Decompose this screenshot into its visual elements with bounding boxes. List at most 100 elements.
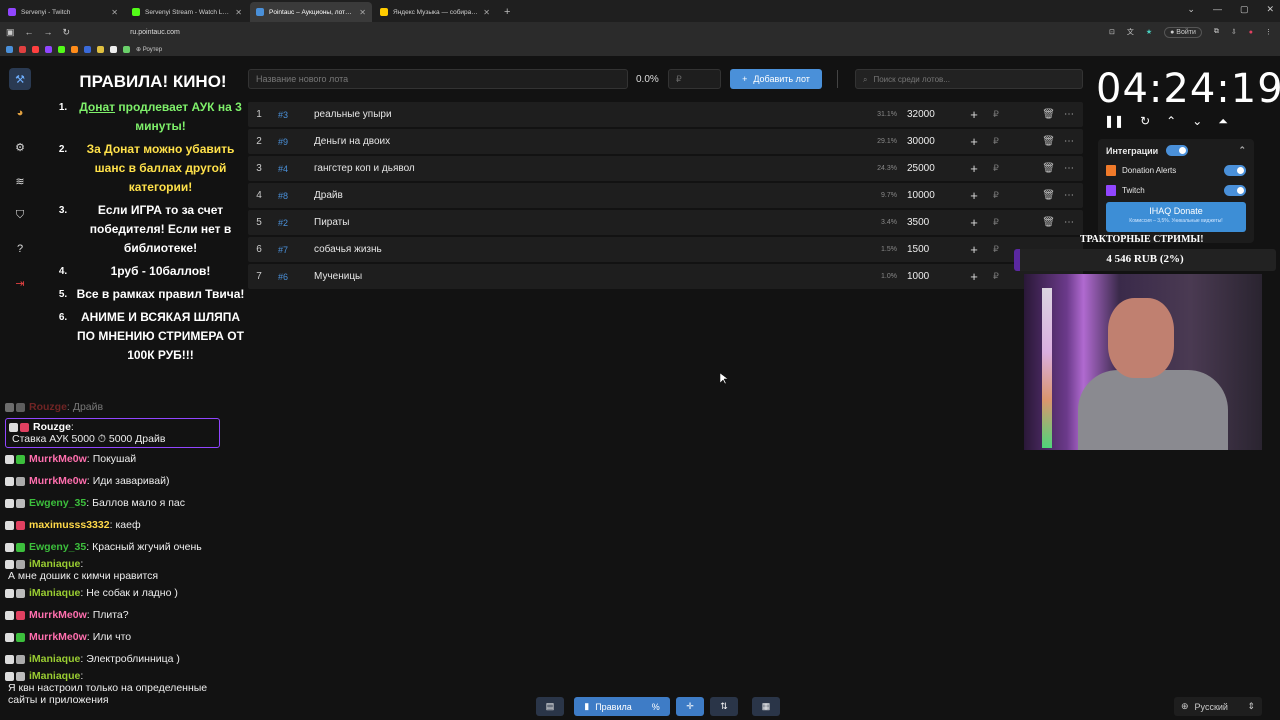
more-icon[interactable]: ⋯ xyxy=(1055,217,1083,228)
add-amount-icon[interactable]: + xyxy=(963,134,985,149)
bookmark-icon[interactable] xyxy=(123,45,130,53)
more-icon[interactable]: ⋯ xyxy=(1055,109,1083,120)
shield-icon[interactable]: ⛉ xyxy=(9,204,31,226)
add-lot-button[interactable]: + Добавить лот xyxy=(730,69,822,89)
chat-username[interactable]: Ewgeny_35 xyxy=(29,497,86,509)
ruble-icon[interactable]: ₽ xyxy=(985,217,1007,228)
delete-icon[interactable]: 🗑 xyxy=(1007,136,1055,147)
extensions-icon[interactable]: ⧉ xyxy=(1214,28,1219,36)
collapse-icon[interactable]: ⌃ xyxy=(1238,145,1246,156)
chat-username[interactable]: Ewgeny_35 xyxy=(29,541,86,553)
ruble-icon[interactable]: ₽ xyxy=(985,190,1007,201)
bookmark-icon[interactable] xyxy=(32,45,39,53)
rules-button[interactable]: ▮ Правила% xyxy=(574,697,670,716)
more-icon[interactable]: ⋯ xyxy=(1055,136,1083,147)
settings-icon[interactable]: ⚙ xyxy=(9,136,31,158)
add-amount-icon[interactable]: + xyxy=(963,215,985,230)
donation-alerts-toggle[interactable] xyxy=(1224,165,1246,176)
more-icon[interactable]: ⋯ xyxy=(1055,190,1083,201)
bookmark-icon[interactable] xyxy=(58,45,65,53)
maximize-button[interactable]: ▢ xyxy=(1240,4,1249,15)
reset-icon[interactable]: ↻ xyxy=(1140,114,1150,129)
profile-avatar[interactable]: ● xyxy=(1249,29,1253,36)
bookmark-icon[interactable] xyxy=(6,45,13,53)
chevron-down-icon[interactable]: ⌄ xyxy=(1192,114,1202,129)
sidebar-toggle-icon[interactable]: ▣ xyxy=(6,27,15,38)
layers-icon[interactable]: ≋ xyxy=(9,170,31,192)
lot-name[interactable]: собачья жизнь xyxy=(314,244,857,255)
chevron-up-icon[interactable]: ⌃ xyxy=(1166,114,1176,129)
ruble-icon[interactable]: ₽ xyxy=(985,163,1007,174)
chat-username[interactable]: MurrkMe0w xyxy=(29,631,87,643)
save-icon[interactable]: ▤ xyxy=(536,697,564,716)
chat-username[interactable]: MurrkMe0w xyxy=(29,453,87,465)
browser-tab[interactable]: Яндекс Музыка — собирае... ✕ xyxy=(374,2,496,22)
amount-input[interactable]: ₽ xyxy=(668,69,721,89)
browser-tab[interactable]: Servenyi - Twitch ✕ xyxy=(2,2,124,22)
integrations-toggle[interactable] xyxy=(1166,145,1189,156)
board-icon[interactable]: ▦ xyxy=(752,697,780,716)
browser-tab[interactable]: Servenyi Stream - Watch Live ... ✕ xyxy=(126,2,248,22)
bookmark-icon[interactable] xyxy=(84,45,91,53)
chat-username[interactable]: MurrkMe0w xyxy=(29,609,87,621)
new-lot-input[interactable]: Название нового лота xyxy=(248,69,628,89)
ruble-icon[interactable]: ₽ xyxy=(985,109,1007,120)
minimize-button[interactable]: — xyxy=(1213,4,1222,15)
ruble-icon[interactable]: ₽ xyxy=(985,271,1007,282)
bookmark-router[interactable]: ⊕ Роутер xyxy=(136,46,162,53)
twitch-toggle[interactable] xyxy=(1224,185,1246,196)
chat-username[interactable]: MurrkMe0w xyxy=(29,475,87,487)
install-icon[interactable]: ⊡ xyxy=(1109,28,1115,36)
delete-icon[interactable]: 🗑 xyxy=(1007,190,1055,201)
add-amount-icon[interactable]: + xyxy=(963,161,985,176)
close-tab-icon[interactable]: ✕ xyxy=(483,8,490,17)
lot-name[interactable]: Деньги на двоих xyxy=(314,136,857,147)
forward-button[interactable]: → xyxy=(44,27,53,38)
lot-name[interactable]: Пираты xyxy=(314,217,857,228)
delete-icon[interactable]: 🗑 xyxy=(1007,109,1055,120)
lot-name[interactable]: реальные упыри xyxy=(314,109,857,120)
add-amount-icon[interactable]: + xyxy=(963,269,985,284)
close-window-button[interactable]: ✕ xyxy=(1266,4,1274,15)
downloads-icon[interactable]: ⇩ xyxy=(1231,28,1237,36)
bookmark-star-icon[interactable]: ★ xyxy=(1146,28,1152,36)
bookmark-icon[interactable] xyxy=(110,45,117,53)
signin-button[interactable]: ● Войти xyxy=(1164,26,1202,38)
bookmark-icon[interactable] xyxy=(19,45,26,53)
sort-icon[interactable]: ⇅ xyxy=(710,697,738,716)
lot-search-input[interactable]: ⌕ Поиск среди лотов... xyxy=(855,69,1083,89)
chat-username[interactable]: iManiaque xyxy=(29,670,80,682)
lot-name[interactable]: гангстер коп и дьявол xyxy=(314,163,857,174)
wheel-icon[interactable]: ◕ xyxy=(9,102,31,124)
tab-search-icon[interactable]: ⌄ xyxy=(1187,4,1195,15)
chat-username[interactable]: Rouzge xyxy=(33,421,71,433)
chat-username[interactable]: iManiaque xyxy=(29,653,80,665)
lot-name[interactable]: Мученицы xyxy=(314,271,857,282)
ruble-icon[interactable]: ₽ xyxy=(985,136,1007,147)
new-tab-button[interactable]: + xyxy=(496,6,518,22)
chat-username[interactable]: Rouzge xyxy=(29,401,67,413)
shuffle-icon[interactable]: ✛ xyxy=(676,697,704,716)
ruble-icon[interactable]: ₽ xyxy=(985,244,1007,255)
ihaq-donate-button[interactable]: IHAQ Donate Комиссия – 3,5%. Уникальные … xyxy=(1106,202,1246,232)
lot-name[interactable]: Драйв xyxy=(314,190,857,201)
add-amount-icon[interactable]: + xyxy=(963,188,985,203)
url-field[interactable]: ru.pointauc.com xyxy=(130,29,180,36)
delete-icon[interactable]: 🗑 xyxy=(1007,163,1055,174)
menu-icon[interactable]: ⋮ xyxy=(1265,28,1272,36)
delete-icon[interactable]: 🗑 xyxy=(1007,217,1055,228)
close-tab-icon[interactable]: ✕ xyxy=(111,8,118,17)
add-amount-icon[interactable]: + xyxy=(963,107,985,122)
logout-icon[interactable]: ⇥ xyxy=(9,272,31,294)
auction-hammer-icon[interactable]: ⚒ xyxy=(9,68,31,90)
language-select[interactable]: ⊕ Русский ⇕ xyxy=(1174,697,1262,716)
pause-icon[interactable]: ❚❚ xyxy=(1104,114,1124,129)
add-amount-icon[interactable]: + xyxy=(963,242,985,257)
help-icon[interactable]: ? xyxy=(9,238,31,260)
more-icon[interactable]: ⋯ xyxy=(1055,163,1083,174)
close-tab-icon[interactable]: ✕ xyxy=(359,8,366,17)
browser-tab[interactable]: Pointauc – Аукционы, лотерея ... ✕ xyxy=(250,2,372,22)
close-tab-icon[interactable]: ✕ xyxy=(235,8,242,17)
bookmark-icon[interactable] xyxy=(45,45,52,53)
back-button[interactable]: ← xyxy=(25,27,34,38)
